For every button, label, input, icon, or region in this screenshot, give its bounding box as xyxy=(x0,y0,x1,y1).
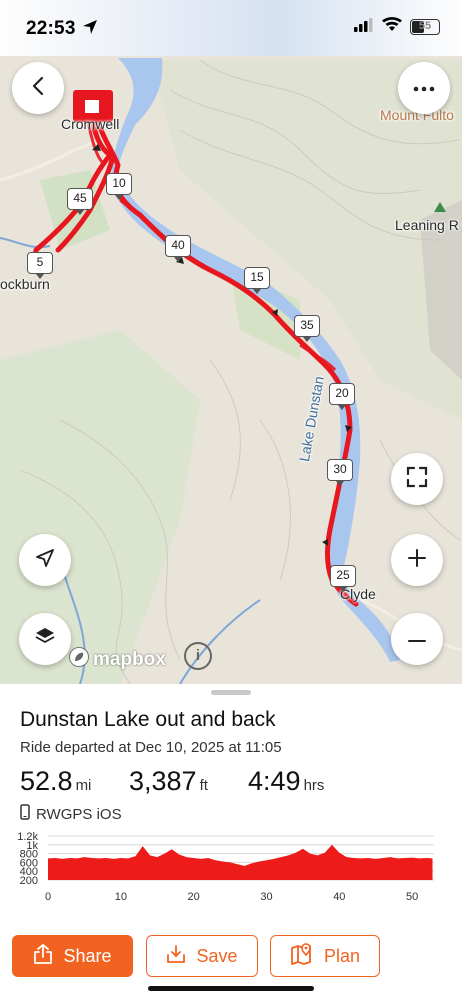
plus-icon xyxy=(407,548,427,573)
map-canvas[interactable] xyxy=(0,0,462,684)
x-tick-label: 0 xyxy=(45,891,51,903)
mapbox-logo-icon xyxy=(68,646,90,674)
wifi-icon xyxy=(382,17,402,37)
km-marker: 15 xyxy=(244,267,270,294)
info-button[interactable]: i xyxy=(184,642,212,670)
battery-icon: 55 xyxy=(410,19,440,35)
zoom-out-button[interactable] xyxy=(391,613,443,665)
km-marker: 35 xyxy=(294,315,320,342)
y-tick-label: 200 xyxy=(20,875,38,887)
stat-duration: 4:49 hrs xyxy=(248,766,324,797)
locate-me-button[interactable] xyxy=(19,534,71,586)
km-marker: 25 xyxy=(330,565,356,592)
download-icon xyxy=(166,944,186,969)
phone-icon xyxy=(20,804,30,824)
km-marker: 30 xyxy=(327,459,353,486)
x-tick-label: 50 xyxy=(406,891,418,903)
location-arrow-icon xyxy=(82,19,98,40)
plan-label: Plan xyxy=(323,945,361,966)
save-button[interactable]: Save xyxy=(146,935,258,977)
home-indicator xyxy=(148,986,314,991)
fullscreen-button[interactable] xyxy=(391,453,443,505)
mapbox-logo-text: mapbox xyxy=(93,649,166,670)
more-horizontal-icon xyxy=(413,79,435,97)
distance-value: 52.8 xyxy=(20,766,73,796)
share-label: Share xyxy=(63,945,112,966)
distance-unit: mi xyxy=(75,777,92,794)
back-button[interactable] xyxy=(12,62,64,114)
sheet-grabber-handle[interactable] xyxy=(211,690,251,695)
duration-unit: hrs xyxy=(303,777,325,794)
more-options-button[interactable] xyxy=(398,62,450,114)
stat-elevation: 3,387 ft xyxy=(129,766,208,797)
elevation-unit: ft xyxy=(199,777,208,794)
layers-icon xyxy=(34,626,56,653)
km-marker: 5 xyxy=(27,252,53,279)
map-layers-button[interactable] xyxy=(19,613,71,665)
x-tick-label: 40 xyxy=(333,891,345,903)
map-label-leaning-rock: Leaning R xyxy=(395,217,459,233)
location-arrow-icon xyxy=(35,548,55,573)
km-marker: 20 xyxy=(329,383,355,410)
save-label: Save xyxy=(196,945,238,966)
x-axis-ticks: 0 10 20 30 40 50 xyxy=(45,891,418,903)
recording-device: RWGPS iOS xyxy=(20,804,122,824)
x-tick-label: 30 xyxy=(260,891,272,903)
route-departure-time: Ride departed at Dec 10, 2025 at 11:05 xyxy=(20,739,282,756)
map-pin-icon xyxy=(290,942,314,970)
map-view[interactable]: 22:53 55 Cromwell ockburn Mount Fulto Le… xyxy=(0,0,462,684)
chevron-left-icon xyxy=(30,76,46,101)
mapbox-attribution[interactable]: mapbox xyxy=(68,646,166,674)
km-marker: 40 xyxy=(165,235,191,262)
elevation-value: 3,387 xyxy=(129,766,197,796)
info-icon: i xyxy=(195,647,201,664)
duration-value: 4:49 xyxy=(248,766,301,796)
device-name: RWGPS iOS xyxy=(36,805,122,823)
km-marker: 10 xyxy=(106,173,132,200)
minus-icon xyxy=(407,630,427,648)
fullscreen-icon xyxy=(406,466,428,493)
share-icon xyxy=(33,943,53,970)
route-details-sheet: Dunstan Lake out and back Ride departed … xyxy=(0,684,462,1000)
battery-level: 55 xyxy=(418,20,432,32)
share-button[interactable]: Share xyxy=(12,935,133,977)
x-tick-label: 20 xyxy=(188,891,200,903)
status-time: 22:53 xyxy=(26,18,76,39)
status-bar: 22:53 55 xyxy=(0,0,462,56)
zoom-in-button[interactable] xyxy=(391,534,443,586)
status-indicators: 55 xyxy=(354,17,440,37)
elevation-chart[interactable]: 1.2k1k800600400200 0 10 20 30 40 50 xyxy=(0,830,462,910)
stat-distance: 52.8 mi xyxy=(20,766,91,797)
route-title: Dunstan Lake out and back xyxy=(20,708,276,731)
y-axis-ticks: 1.2k1k800600400200 xyxy=(17,831,38,887)
plan-button[interactable]: Plan xyxy=(270,935,380,977)
km-marker: 45 xyxy=(67,188,93,215)
x-tick-label: 10 xyxy=(115,891,127,903)
cellular-signal-icon xyxy=(354,17,374,37)
map-label-cromwell: Cromwell xyxy=(61,116,120,132)
